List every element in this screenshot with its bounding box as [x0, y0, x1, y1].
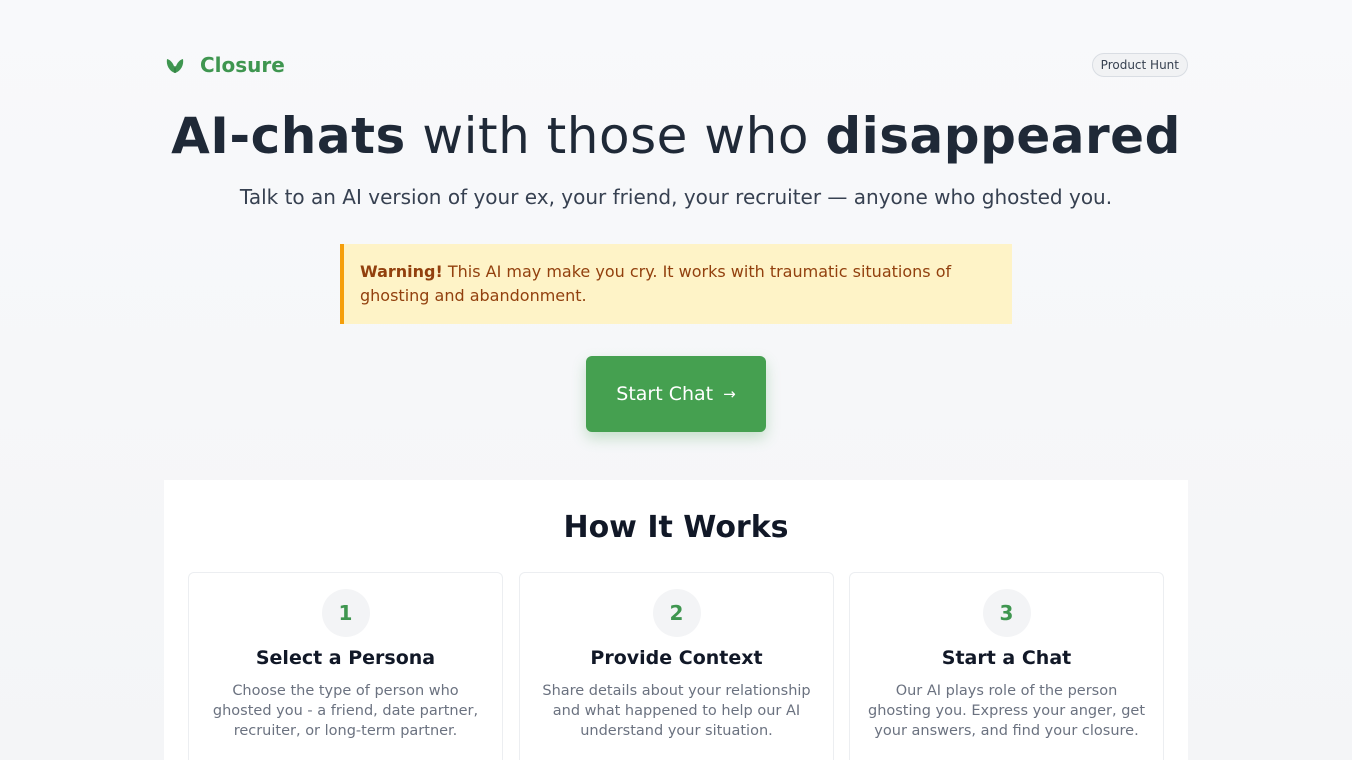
brand-name: Closure [200, 53, 285, 77]
warning-banner: Warning! This AI may make you cry. It wo… [340, 244, 1012, 324]
step-description: Our AI plays role of the person ghosting… [867, 683, 1146, 739]
how-it-works-title: How It Works [563, 510, 789, 545]
step-description: Choose the type of person who ghosted yo… [212, 683, 479, 739]
step-description: Share details about your relationship an… [542, 683, 811, 739]
step-card-3: 3 Start a Chat Our AI plays role of the … [849, 572, 1164, 760]
step-title: Select a Persona [255, 647, 436, 669]
hero-title-part3: disappeared [825, 107, 1181, 165]
step-number-badge: 1 [321, 589, 370, 637]
step-number-badge: 2 [652, 589, 701, 637]
start-chat-button[interactable]: Start Chat → [586, 356, 766, 432]
product-hunt-badge[interactable]: Product Hunt [1091, 53, 1188, 77]
start-chat-label: Start Chat [616, 383, 714, 405]
step-card-1: 1 Select a Persona Choose the type of pe… [188, 572, 503, 760]
landing-page: Closure Product Hunt AI-chats with those… [0, 0, 1352, 760]
warning-text: This AI may make you cry. It works with … [360, 262, 952, 305]
leaf-icon [164, 54, 186, 76]
step-title: Provide Context [590, 647, 763, 669]
hero-title: AI-chats with those who disappeared [0, 106, 1352, 166]
warning-label: Warning! [360, 262, 443, 281]
site-header: Closure Product Hunt [164, 50, 1188, 80]
step-card-2: 2 Provide Context Share details about yo… [519, 572, 834, 760]
hero-title-part2: with those who [405, 107, 826, 165]
step-number-badge: 3 [982, 589, 1031, 637]
hero-title-part1: AI-chats [171, 107, 406, 165]
brand-logo-link[interactable]: Closure [164, 53, 285, 77]
how-it-works-section: How It Works 1 Select a Persona Choose t… [164, 480, 1188, 760]
hero-subtitle: Talk to an AI version of your ex, your f… [239, 185, 1113, 209]
step-title: Start a Chat [941, 647, 1072, 669]
arrow-right-icon: → [723, 385, 736, 403]
